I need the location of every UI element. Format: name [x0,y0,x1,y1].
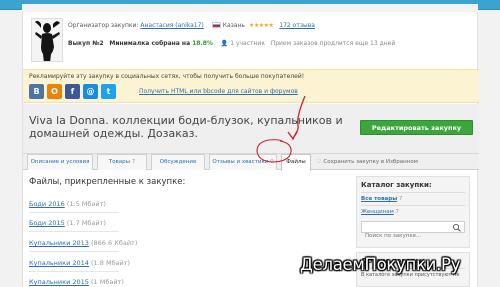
organizer-name-link[interactable]: Анастасия (anika17) [140,22,203,29]
catalog-sidebar: Каталог закупки: Все товары 7 Женщинам 7 [356,176,470,248]
file-link[interactable]: Купальники 2014 [29,259,89,267]
catalog-title: Каталог закупки: [361,181,432,189]
edit-purchase-button[interactable]: Редактировать закупку [360,120,473,135]
purchase-search-input[interactable] [362,231,452,241]
file-link[interactable]: Купальники 2015 [29,278,89,286]
all-goods-count: 7 [398,196,403,202]
file-divider [29,251,119,252]
catalog-women[interactable]: Женщинам 7 [361,209,465,215]
purchase-issue: Выкуп №2 [68,40,104,47]
catalog-all-goods[interactable]: Все товары 7 [361,196,465,202]
tab-goods[interactable]: Товары 7 [97,154,147,170]
min-order-label: Минималка собрана на [109,40,191,47]
file-item: Купальники 2013 (866.6 Кбайт) [29,239,137,255]
purchase-progress-line: Выкуп №2 Минималка собрана на 18.8% 👤 1 … [68,40,395,47]
file-divider [29,271,119,272]
organizer-city: Казань [222,22,245,29]
women-count: 7 [395,209,400,215]
mailru-icon[interactable]: @ [83,84,98,99]
social-share-block: Рекламируйте эту закупку в социальных се… [23,69,479,103]
tab-goods-count: 7 [131,159,136,165]
search-icon[interactable] [452,223,462,232]
vk-icon[interactable]: B [29,84,44,99]
purchase-title: Viva la Donna. коллекции боди-блузок, ку… [29,114,343,140]
file-size: (866.6 Кбайт) [91,239,138,247]
file-item: Купальники 2015 (1 Мбайт) [29,278,124,287]
participants-count: 1 участник [230,40,265,47]
file-item: Боди 2016 (1.5 Мбайт) [29,200,106,216]
file-link[interactable]: Купальники 2013 [29,239,89,247]
tab-files-label: Файлы [286,159,306,165]
heart-icon: ♡ [316,158,322,165]
twitter-icon[interactable]: t [101,84,116,99]
file-item: Купальники 2014 (1.8 Мбайт) [29,259,130,275]
file-size: (1.8 Мбайт) [91,259,131,267]
women-link[interactable]: Женщинам [361,209,394,215]
organizer-avatar[interactable] [31,18,63,62]
rating-stars-icon: ★★★★★ [248,22,274,29]
facebook-icon[interactable]: f [65,84,80,99]
min-order-value: 18.8% [192,40,213,47]
purchase-title-bar: Viva la Donna. коллекции боди-блузок, ку… [23,104,479,154]
purchase-tabs: Описание и условия Товары 7 Обсуждение О… [23,154,479,171]
site-watermark: ДелаемПокупки.Ру [300,255,461,274]
tab-discussion[interactable]: Обсуждение [151,154,205,170]
organizer-block: Организатор закупки: Анастасия (anika17)… [28,16,478,66]
odnoklassniki-icon[interactable]: O [47,84,62,99]
organizer-reviews-link[interactable]: 172 отзыва [279,22,315,29]
file-link[interactable]: Боди 2016 [29,200,65,208]
participant-icon: 👤 [220,40,229,47]
file-size: (1.7 Мбайт) [66,219,106,227]
file-link[interactable]: Боди 2015 [29,219,65,227]
purchase-search [361,221,465,241]
tab-files[interactable]: Файлы [281,154,311,171]
tab-description-label: Описание и условия [30,159,90,165]
avatar-silhouette-icon [32,19,62,61]
tab-reviews-label: Отзывы и хвастики [212,159,269,165]
organizer-label: Организатор закупки: [68,22,139,29]
file-divider [29,231,119,232]
tab-goods-label: Товары [108,159,130,165]
page: Организатор закупки: Анастасия (anika17)… [0,0,500,287]
files-heading: Файлы, прикрепленные к закупке: [29,177,186,187]
organizer-info-line: Организатор закупки: Анастасия (anika17)… [68,22,315,29]
orders-deadline: Прием заказов продлится еще 13 дней [270,40,396,47]
tab-description[interactable]: Описание и условия [27,154,93,170]
save-favorite-link[interactable]: ♡ Сохранить закупку в Избранном [316,154,418,170]
purchase-card: Организатор закупки: Анастасия (anika17)… [22,12,479,287]
file-divider [29,212,119,213]
file-size: (1.5 Мбайт) [66,200,106,208]
all-goods-link[interactable]: Все товары [361,196,397,202]
tab-reviews[interactable]: Отзывы и хвастики 0 [209,154,277,170]
tab-discussion-label: Обсуждение [159,159,197,165]
tab-reviews-count: 0 [270,159,274,165]
file-item: Боди 2015 (1.7 Мбайт) [29,219,106,235]
top-bar [0,0,500,10]
html-code-link[interactable]: Получить HTML или bbcode для сайтов и фо… [139,88,298,95]
file-size: (1 Мбайт) [91,278,124,286]
russia-flag-icon [211,22,221,28]
share-prompt: Рекламируйте эту закупку в социальных се… [29,73,305,80]
save-favorite-label: Сохранить закупку в Избранном [323,159,418,165]
